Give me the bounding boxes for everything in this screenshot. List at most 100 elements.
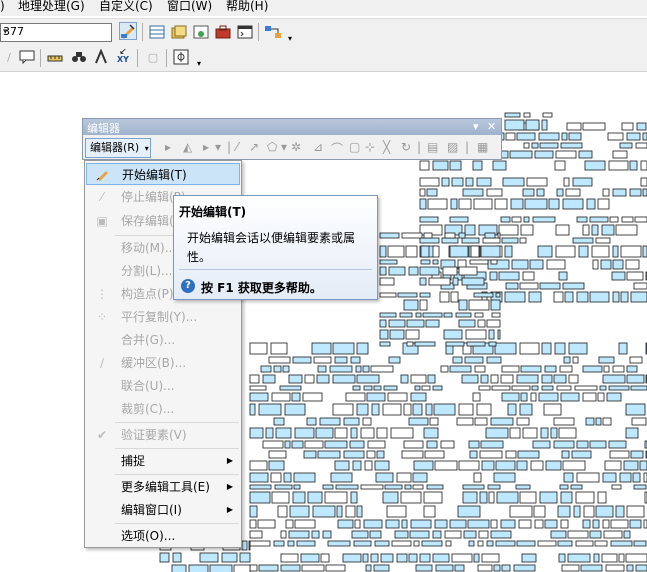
building-feature[interactable] [302,392,323,402]
building-feature[interactable] [488,341,497,347]
building-feature[interactable] [621,216,634,223]
building-feature[interactable] [480,440,504,449]
building-feature[interactable] [593,553,600,563]
building-feature[interactable] [610,519,629,529]
building-feature[interactable] [572,177,593,187]
create-features-icon[interactable]: ▦ [477,140,488,154]
building-feature[interactable] [419,198,427,210]
building-feature[interactable] [592,259,599,270]
building-feature[interactable] [571,450,592,459]
building-feature[interactable] [262,440,284,449]
building-feature[interactable] [611,271,626,281]
building-feature[interactable] [509,150,533,159]
building-feature[interactable] [523,216,530,223]
building-feature[interactable] [451,177,464,187]
building-feature[interactable] [625,427,639,439]
building-feature[interactable] [288,530,310,539]
building-feature[interactable] [419,553,431,563]
building-feature[interactable] [379,259,398,265]
building-feature[interactable] [490,299,501,311]
building-feature[interactable] [304,374,315,384]
building-feature[interactable] [531,142,539,149]
building-feature[interactable] [585,417,595,426]
building-feature[interactable] [465,177,474,187]
building-feature[interactable] [412,472,428,483]
building-feature[interactable] [504,112,521,118]
straight-segment-icon[interactable]: ▸ [203,140,209,154]
building-feature[interactable] [603,365,610,373]
building-feature[interactable] [415,564,433,572]
building-feature[interactable] [249,342,268,355]
building-feature[interactable] [473,292,494,298]
building-feature[interactable] [495,460,516,471]
building-feature[interactable] [249,392,269,402]
building-feature[interactable] [458,319,476,328]
building-feature[interactable] [574,385,598,391]
building-feature[interactable] [406,319,425,328]
building-feature[interactable] [396,472,412,483]
building-feature[interactable] [275,427,292,439]
building-feature[interactable] [441,237,459,244]
building-feature[interactable] [320,553,330,563]
building-feature[interactable] [599,385,607,391]
building-feature[interactable] [405,245,418,258]
building-feature[interactable] [423,427,439,439]
building-feature[interactable] [629,356,643,364]
building-feature[interactable] [543,403,562,416]
building-feature[interactable] [541,119,548,131]
building-feature[interactable] [490,530,512,539]
building-feature[interactable] [615,224,638,236]
building-feature[interactable] [642,132,647,141]
building-feature[interactable] [390,427,414,439]
building-feature[interactable] [260,365,272,373]
building-feature[interactable] [619,142,633,149]
building-feature[interactable] [330,472,353,483]
building-feature[interactable] [484,232,496,239]
building-feature[interactable] [239,552,251,563]
menu-item-buffer[interactable]: ∕ 缓冲区(B)... [86,352,240,374]
building-feature[interactable] [618,553,625,563]
building-feature[interactable] [249,491,271,504]
building-feature[interactable] [479,491,488,504]
building-feature[interactable] [517,450,540,459]
building-feature[interactable] [397,292,418,298]
building-feature[interactable] [602,472,617,483]
building-feature[interactable] [558,271,568,281]
building-feature[interactable] [578,150,593,159]
building-feature[interactable] [518,519,532,529]
building-feature[interactable] [516,132,536,141]
building-feature[interactable] [376,450,385,459]
building-feature[interactable] [612,245,619,258]
building-feature[interactable] [486,319,501,328]
building-feature[interactable] [561,564,580,572]
building-feature[interactable] [539,491,558,504]
building-feature[interactable] [602,188,610,197]
building-feature[interactable] [537,245,553,258]
building-feature[interactable] [273,365,282,373]
building-feature[interactable] [538,392,559,402]
building-feature[interactable] [445,540,452,547]
building-feature[interactable] [498,271,520,281]
building-feature[interactable] [284,403,306,416]
building-feature[interactable] [379,266,387,276]
table-icon[interactable] [148,23,166,41]
building-feature[interactable] [480,245,501,258]
magnifier-window-icon[interactable] [172,48,190,66]
building-feature[interactable] [380,553,394,563]
building-feature[interactable] [443,329,463,340]
building-feature[interactable] [573,505,581,518]
building-feature[interactable] [497,232,501,239]
building-feature[interactable] [401,232,423,239]
building-feature[interactable] [415,312,422,318]
building-feature[interactable] [258,403,282,416]
building-feature[interactable] [597,198,610,210]
building-feature[interactable] [509,427,521,439]
building-feature[interactable] [522,188,535,197]
chevron-down-icon[interactable]: ▾ [215,140,221,154]
building-feature[interactable] [271,392,291,402]
building-feature[interactable] [257,519,276,529]
building-feature[interactable] [329,365,353,373]
building-feature[interactable] [374,540,390,547]
building-feature[interactable] [526,177,548,187]
building-feature[interactable] [550,427,558,439]
